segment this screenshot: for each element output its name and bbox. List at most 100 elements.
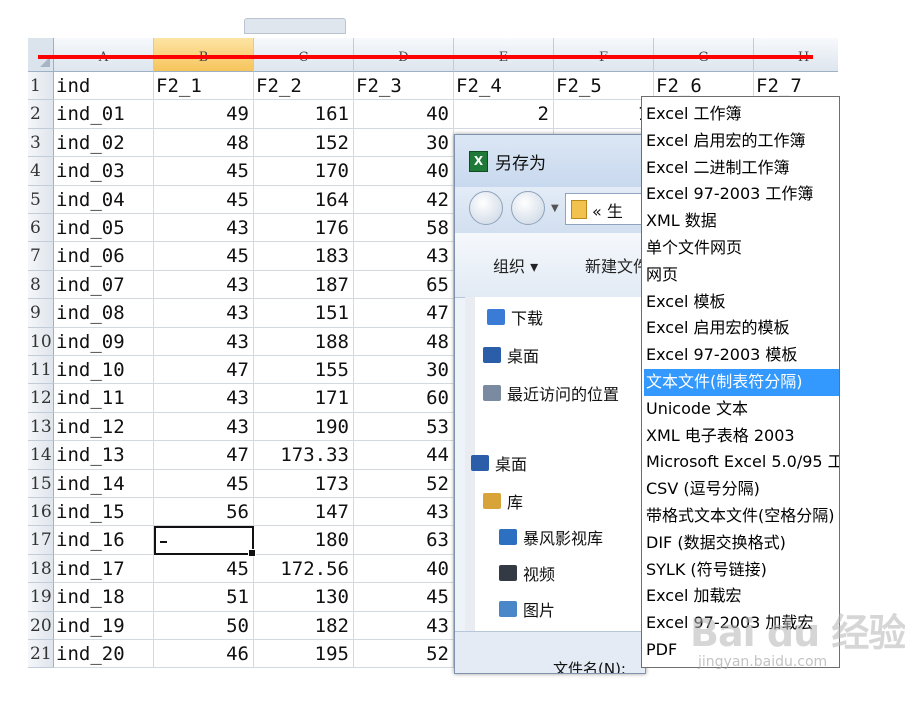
f2-3-cell[interactable]: 40	[354, 554, 454, 584]
file-type-option[interactable]: XML 电子表格 2003	[644, 423, 839, 450]
row-header[interactable]: 12	[28, 384, 54, 413]
f2-1-cell[interactable]: 49	[154, 100, 254, 129]
ind-cell[interactable]: ind_11	[54, 384, 154, 413]
nav-item-label[interactable]: 暴风影视库	[523, 525, 603, 549]
f2-1-cell[interactable]: 47	[154, 441, 254, 470]
history-chevron-down-icon[interactable]: ▼	[551, 203, 559, 214]
ind-cell[interactable]: ind_13	[54, 441, 154, 470]
nav-item-label[interactable]: 最近访问的位置	[507, 381, 619, 405]
f2-1-cell[interactable]: 56	[154, 498, 254, 527]
file-type-option[interactable]: Excel 加载宏	[644, 583, 839, 610]
row-header[interactable]: 3	[28, 128, 54, 158]
f2-3-cell[interactable]: 30	[354, 128, 454, 158]
f2-1-cell[interactable]: 45	[154, 157, 254, 186]
row-header[interactable]: 14	[28, 441, 54, 470]
header-cell[interactable]: F2_1	[154, 72, 254, 101]
file-type-option[interactable]: Excel 启用宏的工作簿	[644, 128, 839, 155]
f2-1-cell[interactable]: 43	[154, 327, 254, 356]
ind-cell[interactable]: ind_16	[54, 526, 154, 555]
row-header[interactable]: 6	[28, 214, 54, 243]
f2-3-cell[interactable]: 40	[354, 100, 454, 129]
nav-item-label[interactable]: 下载	[511, 305, 543, 329]
f2-4-cell[interactable]: 2	[454, 100, 554, 129]
f2-3-cell[interactable]: 45	[354, 583, 454, 612]
f2-2-cell[interactable]: 173.33	[254, 441, 354, 470]
file-type-option[interactable]: PDF	[644, 637, 839, 664]
f2-2-cell[interactable]: 170	[254, 157, 354, 186]
file-type-option[interactable]: 带格式文本文件(空格分隔)	[644, 503, 839, 530]
file-type-option[interactable]: Excel 工作簿	[644, 101, 839, 128]
f2-2-cell[interactable]: 147	[254, 498, 354, 527]
active-cell[interactable]	[154, 526, 256, 557]
f2-3-cell[interactable]: 47	[354, 299, 454, 328]
ind-cell[interactable]: ind_19	[54, 611, 154, 640]
f2-1-cell[interactable]: 46	[154, 640, 254, 669]
f2-2-cell[interactable]: 171	[254, 384, 354, 413]
f2-5-cell[interactable]: 1	[554, 100, 654, 129]
f2-1-cell[interactable]: 43	[154, 412, 254, 442]
f2-2-cell[interactable]: 187	[254, 270, 354, 300]
organize-button[interactable]: 组织 ▾	[493, 253, 538, 277]
file-type-option[interactable]: SYLK (符号链接)	[644, 557, 839, 584]
file-type-option[interactable]: Excel 模板	[644, 289, 839, 316]
f2-2-cell[interactable]: 151	[254, 299, 354, 328]
row-header[interactable]: 11	[28, 356, 54, 385]
new-folder-button[interactable]: 新建文件	[585, 253, 645, 277]
row-header[interactable]: 5	[28, 185, 54, 214]
f2-3-cell[interactable]: 43	[354, 242, 454, 271]
ind-cell[interactable]: ind_20	[54, 640, 154, 669]
address-bar[interactable]: « 生	[565, 193, 645, 225]
file-type-option[interactable]: CSV (逗号分隔)	[644, 476, 839, 503]
fill-handle[interactable]	[248, 548, 256, 557]
row-header[interactable]: 2	[28, 100, 54, 129]
f2-2-cell[interactable]: 161	[254, 100, 354, 129]
file-type-option[interactable]: Excel 二进制工作簿	[644, 155, 839, 182]
f2-3-cell[interactable]: 42	[354, 185, 454, 214]
ind-cell[interactable]: ind_18	[54, 583, 154, 612]
f2-1-cell[interactable]: 48	[154, 128, 254, 158]
row-header[interactable]: 10	[28, 327, 54, 356]
row-header[interactable]: 7	[28, 242, 54, 271]
header-cell[interactable]: F2_3	[354, 72, 454, 101]
f2-1-cell[interactable]: 43	[154, 270, 254, 300]
file-type-option[interactable]: 网页	[644, 262, 839, 289]
ind-cell[interactable]: ind_12	[54, 412, 154, 442]
f2-1-cell[interactable]: 50	[154, 611, 254, 640]
ind-cell[interactable]: ind_08	[54, 299, 154, 328]
f2-3-cell[interactable]: 58	[354, 214, 454, 243]
f2-1-cell[interactable]: 43	[154, 214, 254, 243]
header-cell[interactable]: F2_4	[454, 72, 554, 101]
f2-3-cell[interactable]: 52	[354, 469, 454, 498]
f2-3-cell[interactable]: 53	[354, 412, 454, 442]
f2-3-cell[interactable]: 44	[354, 441, 454, 470]
file-type-option[interactable]: Excel 97-2003 加载宏	[644, 610, 839, 637]
ind-cell[interactable]: ind_01	[54, 100, 154, 129]
row-header[interactable]: 20	[28, 611, 54, 640]
f2-1-cell[interactable]: 45	[154, 554, 254, 584]
f2-3-cell[interactable]: 48	[354, 327, 454, 356]
file-type-option[interactable]: DIF (数据交换格式)	[644, 530, 839, 557]
f2-2-cell[interactable]: 176	[254, 214, 354, 243]
ind-cell[interactable]: ind_07	[54, 270, 154, 300]
ind-cell[interactable]: ind_09	[54, 327, 154, 356]
row-header[interactable]: 13	[28, 412, 54, 442]
f2-3-cell[interactable]: 43	[354, 498, 454, 527]
f2-2-cell[interactable]: 130	[254, 583, 354, 612]
nav-item-label[interactable]: 桌面	[495, 451, 527, 475]
row-header[interactable]: 19	[28, 583, 54, 612]
f2-2-cell[interactable]: 173	[254, 469, 354, 498]
header-cell[interactable]: F2_5	[554, 72, 654, 101]
row-header[interactable]: 16	[28, 498, 54, 527]
file-type-option[interactable]: Excel 97-2003 模板	[644, 342, 839, 369]
ind-cell[interactable]: ind_02	[54, 128, 154, 158]
row-header[interactable]: 21	[28, 640, 54, 669]
file-type-option[interactable]: 单个文件网页	[644, 235, 839, 262]
f2-2-cell[interactable]: 152	[254, 128, 354, 158]
nav-item-label[interactable]: 库	[507, 489, 523, 513]
f2-3-cell[interactable]: 30	[354, 356, 454, 385]
ind-cell[interactable]: ind_10	[54, 356, 154, 385]
f2-3-cell[interactable]: 63	[354, 526, 454, 555]
f2-2-cell[interactable]: 180	[254, 526, 354, 555]
f2-1-cell[interactable]: 45	[154, 469, 254, 498]
row-header[interactable]: 8	[28, 270, 54, 300]
